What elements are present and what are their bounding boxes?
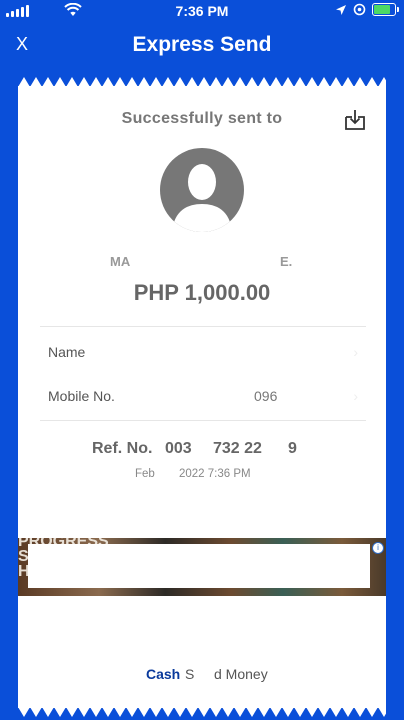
divider: [40, 326, 366, 327]
alarm-lock-icon: [353, 3, 366, 16]
chevron-right-icon: ›: [353, 388, 358, 404]
recipient-name-end: E.: [280, 254, 293, 269]
sent-amount: PHP 1,000.00: [133, 280, 271, 305]
ad-content[interactable]: [28, 544, 370, 588]
chevron-right-icon: ›: [353, 344, 358, 360]
brand-cash: Cash: [146, 666, 181, 682]
ad-info-icon[interactable]: i: [372, 542, 384, 554]
page-title: Express Send: [132, 33, 272, 56]
receipt-card: Successfully sent to MA E. PHP 1,000.00 …: [18, 77, 386, 717]
recipient-name-start: MA: [110, 254, 131, 269]
date-rest: 2022 7:36 PM: [179, 468, 251, 480]
receipt-bottom-edge: [18, 707, 386, 717]
divider: [40, 420, 366, 421]
recipient-avatar: [160, 148, 244, 232]
advertisement-banner[interactable]: PROGRESS S HEALTH i: [18, 538, 386, 596]
ref-part: 732 22: [213, 440, 262, 457]
receipt-top-edge: [18, 77, 386, 87]
user-silhouette-icon: [172, 164, 232, 232]
date-month: Feb: [135, 468, 155, 480]
name-label: Name: [48, 344, 86, 360]
app-header: X Express Send: [0, 22, 404, 68]
brand-rest: d Money: [214, 666, 268, 682]
download-receipt-icon[interactable]: [344, 108, 366, 132]
ref-label: Ref. No.: [92, 440, 153, 457]
success-heading: Successfully sent to: [121, 110, 283, 127]
mobile-value: 096: [254, 388, 278, 404]
status-bar: 7:36 PM: [0, 0, 404, 22]
brand-s: S: [185, 666, 195, 682]
ref-part: 9: [288, 440, 297, 457]
location-arrow-icon: [336, 4, 346, 15]
ref-part: 003: [165, 440, 192, 457]
battery-icon: [372, 3, 399, 16]
mobile-label: Mobile No.: [48, 388, 115, 404]
